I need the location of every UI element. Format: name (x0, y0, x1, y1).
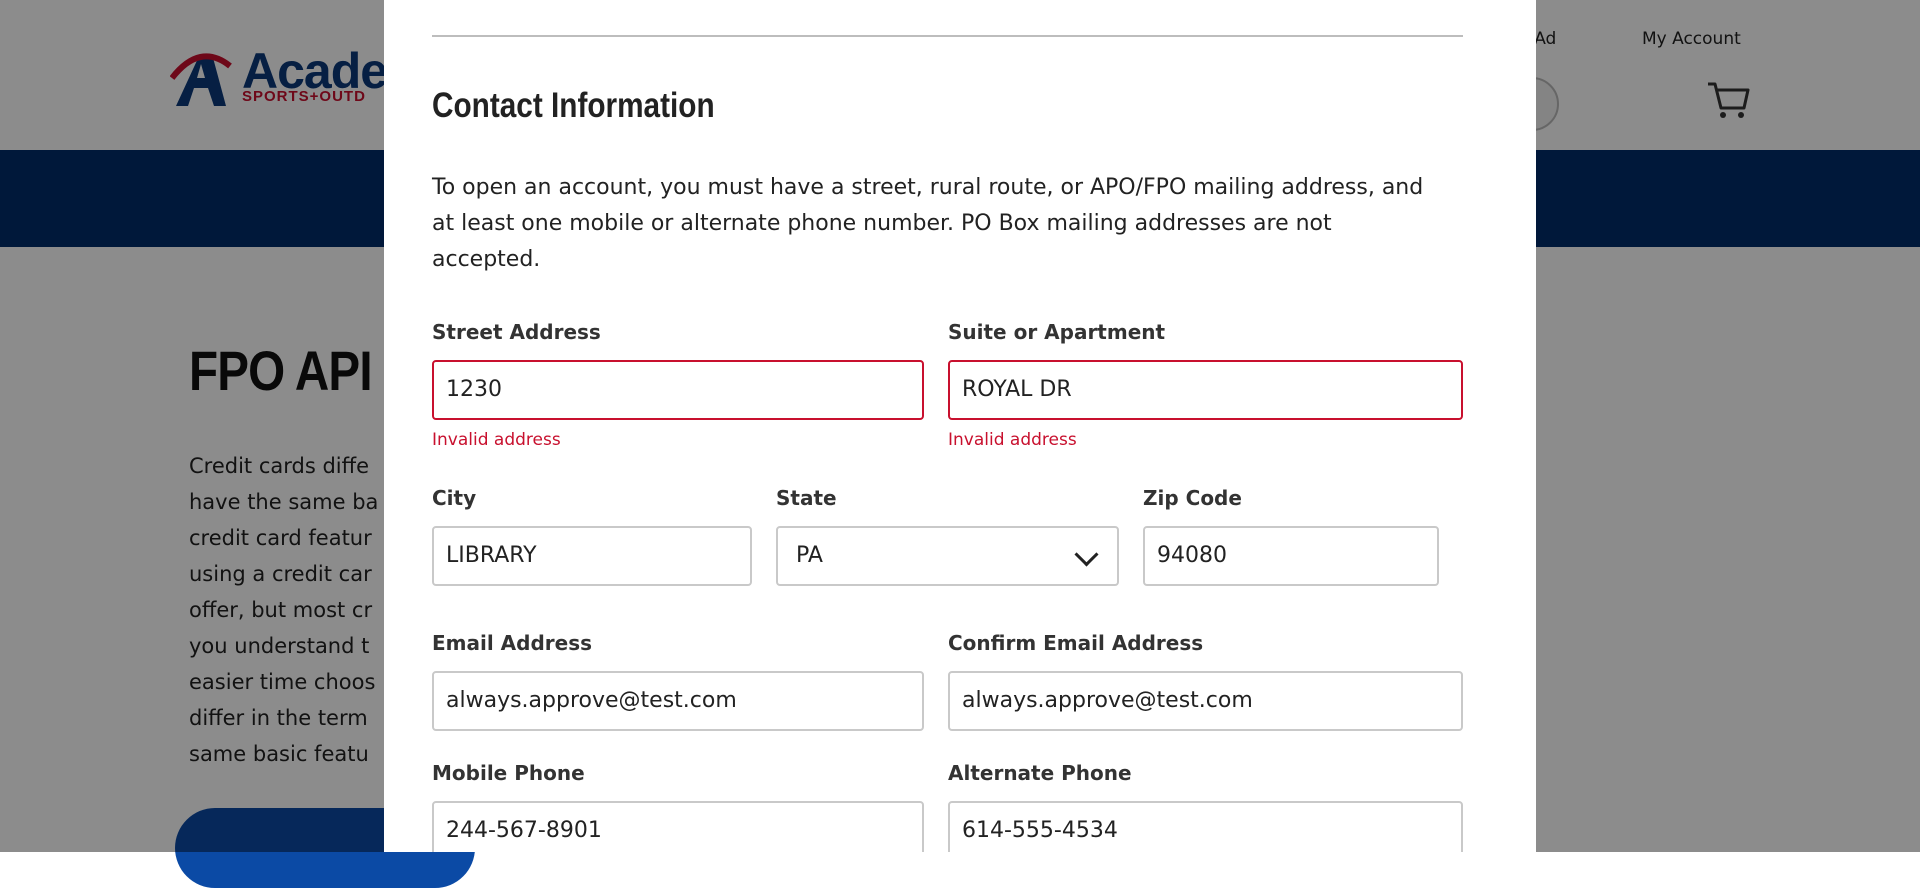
suite-apartment-label: Suite or Apartment (948, 320, 1166, 344)
confirm-email-input[interactable]: always.approve@test.com (948, 671, 1463, 731)
city-input[interactable]: LIBRARY (432, 526, 752, 586)
zip-code-label: Zip Code (1143, 486, 1242, 510)
email-address-label: Email Address (432, 631, 593, 655)
state-label: State (776, 486, 837, 510)
contact-instructions: To open an account, you must have a stre… (432, 170, 1472, 278)
suite-apartment-error: Invalid address (948, 430, 1077, 450)
street-address-label: Street Address (432, 320, 601, 344)
instruction-line: at least one mobile or alternate phone n… (432, 211, 1332, 236)
state-select[interactable]: PA (776, 526, 1119, 586)
state-selected-value: PA (796, 543, 823, 568)
application-modal: Contact Information To open an account, … (384, 0, 1536, 852)
street-address-error: Invalid address (432, 430, 561, 450)
suite-apartment-input[interactable]: ROYAL DR (948, 360, 1463, 420)
email-address-input[interactable]: always.approve@test.com (432, 671, 924, 731)
instruction-line: To open an account, you must have a stre… (432, 175, 1424, 200)
mobile-phone-input[interactable]: 244-567-8901 (432, 801, 924, 852)
chevron-down-icon (1074, 542, 1099, 567)
confirm-email-label: Confirm Email Address (948, 631, 1204, 655)
contact-information-heading: Contact Information (432, 86, 715, 125)
instruction-line: accepted. (432, 247, 541, 272)
section-divider (432, 35, 1463, 37)
city-label: City (432, 486, 477, 510)
zip-code-input[interactable]: 94080 (1143, 526, 1439, 586)
alternate-phone-label: Alternate Phone (948, 761, 1132, 785)
mobile-phone-label: Mobile Phone (432, 761, 585, 785)
alternate-phone-input[interactable]: 614-555-4534 (948, 801, 1463, 852)
street-address-input[interactable]: 1230 (432, 360, 924, 420)
